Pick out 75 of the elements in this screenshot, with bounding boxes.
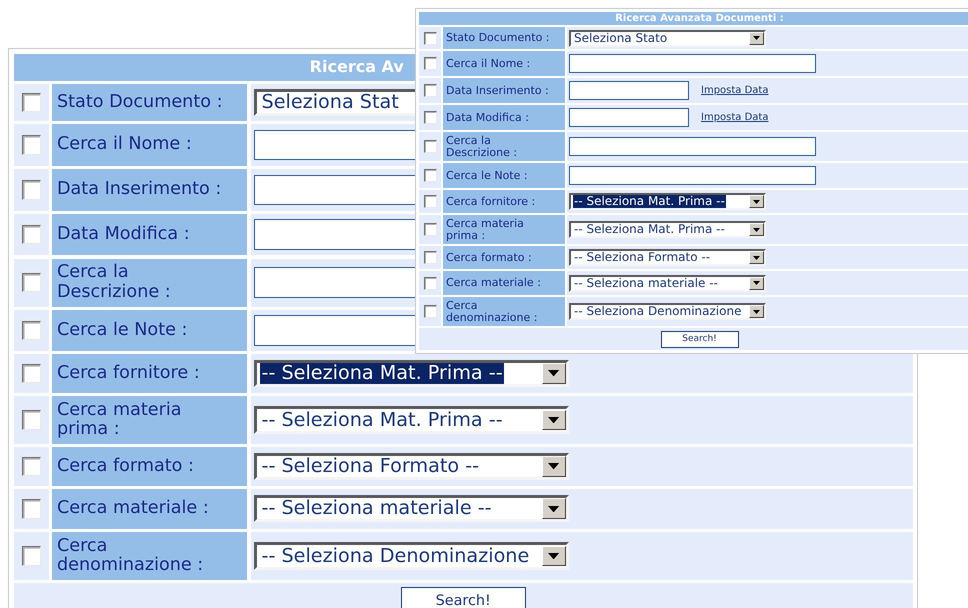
checkbox[interactable]: [424, 223, 436, 236]
dropdown[interactable]: -- Seleziona Formato --: [254, 452, 569, 480]
caret-icon: [548, 416, 560, 424]
field-label: Cerca le Note :: [443, 163, 565, 188]
checkbox[interactable]: [22, 410, 42, 430]
checkbox[interactable]: [424, 169, 436, 182]
dropdown[interactable]: -- Seleziona Mat. Prima --: [254, 360, 569, 388]
checkbox[interactable]: [22, 364, 42, 384]
checkbox[interactable]: [424, 195, 436, 208]
caret-icon: [753, 228, 760, 232]
checkbox[interactable]: [22, 272, 42, 292]
field-label: Cerca il Nome :: [52, 124, 248, 166]
dropdown[interactable]: -- Seleziona materiale --: [254, 495, 569, 522]
checkbox[interactable]: [22, 320, 42, 340]
field-label: Cerca le Note :: [52, 310, 248, 352]
search-button[interactable]: Search!: [400, 587, 526, 608]
caret-icon: [548, 552, 560, 560]
field-label: Cerca formato :: [52, 447, 248, 486]
field-label: Cerca fornitore :: [52, 354, 248, 393]
checkbox[interactable]: [424, 57, 436, 70]
field-label: Stato Documento :: [443, 27, 565, 49]
checkbox[interactable]: [424, 251, 436, 264]
caret-icon: [548, 463, 560, 470]
caret-icon: [753, 281, 760, 285]
checkbox[interactable]: [22, 224, 42, 244]
dropdown[interactable]: Seleziona Stato: [569, 30, 766, 46]
checkbox[interactable]: [424, 84, 436, 97]
field-label: Cerca materia prima :: [52, 396, 248, 444]
field-label: Data Inserimento :: [443, 78, 565, 103]
field-label: Cerca materiale :: [443, 271, 565, 295]
dropdown[interactable]: -- Seleziona materiale --: [569, 274, 766, 292]
checkbox[interactable]: [424, 111, 436, 124]
text-field[interactable]: [569, 166, 816, 185]
field-label: Data Modifica :: [443, 105, 565, 130]
field-label: Cerca la Descrizione :: [443, 132, 565, 161]
field-label: Cerca denominazione :: [52, 532, 248, 580]
checkbox[interactable]: [22, 499, 42, 519]
caret-icon: [753, 36, 760, 40]
field-label: Cerca il Nome :: [443, 51, 565, 76]
checkbox[interactable]: [424, 32, 436, 44]
dropdown[interactable]: -- Seleziona Mat. Prima --: [569, 221, 766, 238]
dropdown[interactable]: -- Seleziona Mat. Prima --: [254, 406, 569, 434]
dropdown[interactable]: -- Seleziona Formato --: [569, 249, 766, 266]
field-label: Cerca denominazione :: [443, 297, 565, 326]
text-field[interactable]: [569, 54, 816, 73]
checkbox[interactable]: [424, 276, 436, 290]
caret-icon: [548, 370, 560, 377]
form-title: Ricerca Avanzata Documenti :: [419, 12, 968, 25]
field-label: Cerca materia prima :: [443, 215, 565, 244]
dropdown[interactable]: -- Seleziona Mat. Prima --: [569, 193, 766, 210]
checkbox[interactable]: [424, 305, 436, 318]
field-label: Cerca la Descrizione :: [52, 258, 248, 306]
field-label: Data Modifica :: [52, 214, 248, 256]
field-label: Cerca formato :: [443, 246, 565, 269]
search-button[interactable]: Search!: [660, 330, 738, 348]
date-field[interactable]: [569, 108, 689, 127]
dropdown[interactable]: -- Seleziona Denominazione: [254, 542, 569, 570]
checkbox[interactable]: [424, 140, 436, 153]
field-label: Data Inserimento :: [52, 168, 248, 211]
checkbox[interactable]: [22, 180, 42, 200]
checkbox[interactable]: [22, 135, 42, 155]
field-label: Cerca fornitore :: [443, 190, 565, 213]
field-label: Stato Documento :: [52, 84, 248, 121]
set-date-link[interactable]: Imposta Data: [701, 112, 768, 123]
caret-icon: [548, 506, 560, 512]
checkbox[interactable]: [22, 456, 42, 476]
field-label: Cerca materiale :: [52, 488, 248, 529]
checkbox[interactable]: [22, 546, 42, 566]
text-field[interactable]: [569, 137, 816, 156]
date-field[interactable]: [569, 81, 689, 100]
dropdown[interactable]: -- Seleziona Denominazione: [569, 303, 766, 320]
caret-icon: [753, 200, 760, 204]
set-date-link[interactable]: Imposta Data: [701, 85, 768, 96]
caret-icon: [753, 310, 760, 314]
checkbox[interactable]: [22, 92, 42, 112]
